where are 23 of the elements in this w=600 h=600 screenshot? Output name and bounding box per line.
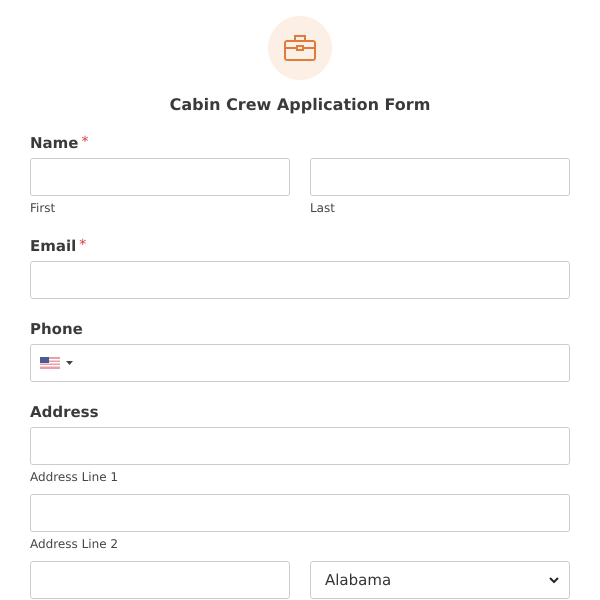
field-label: Name — [30, 133, 78, 153]
required-mark: * — [81, 133, 88, 151]
briefcase-icon — [283, 34, 317, 62]
field-label: Address — [30, 402, 99, 422]
input-field[interactable] — [30, 427, 570, 465]
required-mark: * — [79, 236, 86, 254]
caret-icon[interactable] — [66, 360, 73, 366]
form-title: Cabin Crew Application Form — [170, 94, 430, 116]
field-label: Phone — [30, 319, 83, 339]
chevron-icon — [549, 576, 559, 584]
input-field[interactable] — [30, 494, 570, 532]
field-sublabel: First — [30, 200, 56, 216]
field-sublabel: Last — [310, 200, 336, 216]
field-sublabel: Address Line 1 — [30, 469, 120, 485]
phone-field[interactable] — [30, 344, 570, 382]
flag-icon — [40, 357, 60, 369]
input-field[interactable] — [30, 561, 290, 599]
field-sublabel: Address Line 2 — [30, 536, 120, 552]
input-field[interactable] — [30, 261, 570, 299]
field-label: Email — [30, 236, 76, 256]
input-field[interactable] — [310, 158, 570, 196]
state-dropdown[interactable]: Alabama — [310, 561, 570, 599]
input-field[interactable] — [30, 158, 290, 196]
